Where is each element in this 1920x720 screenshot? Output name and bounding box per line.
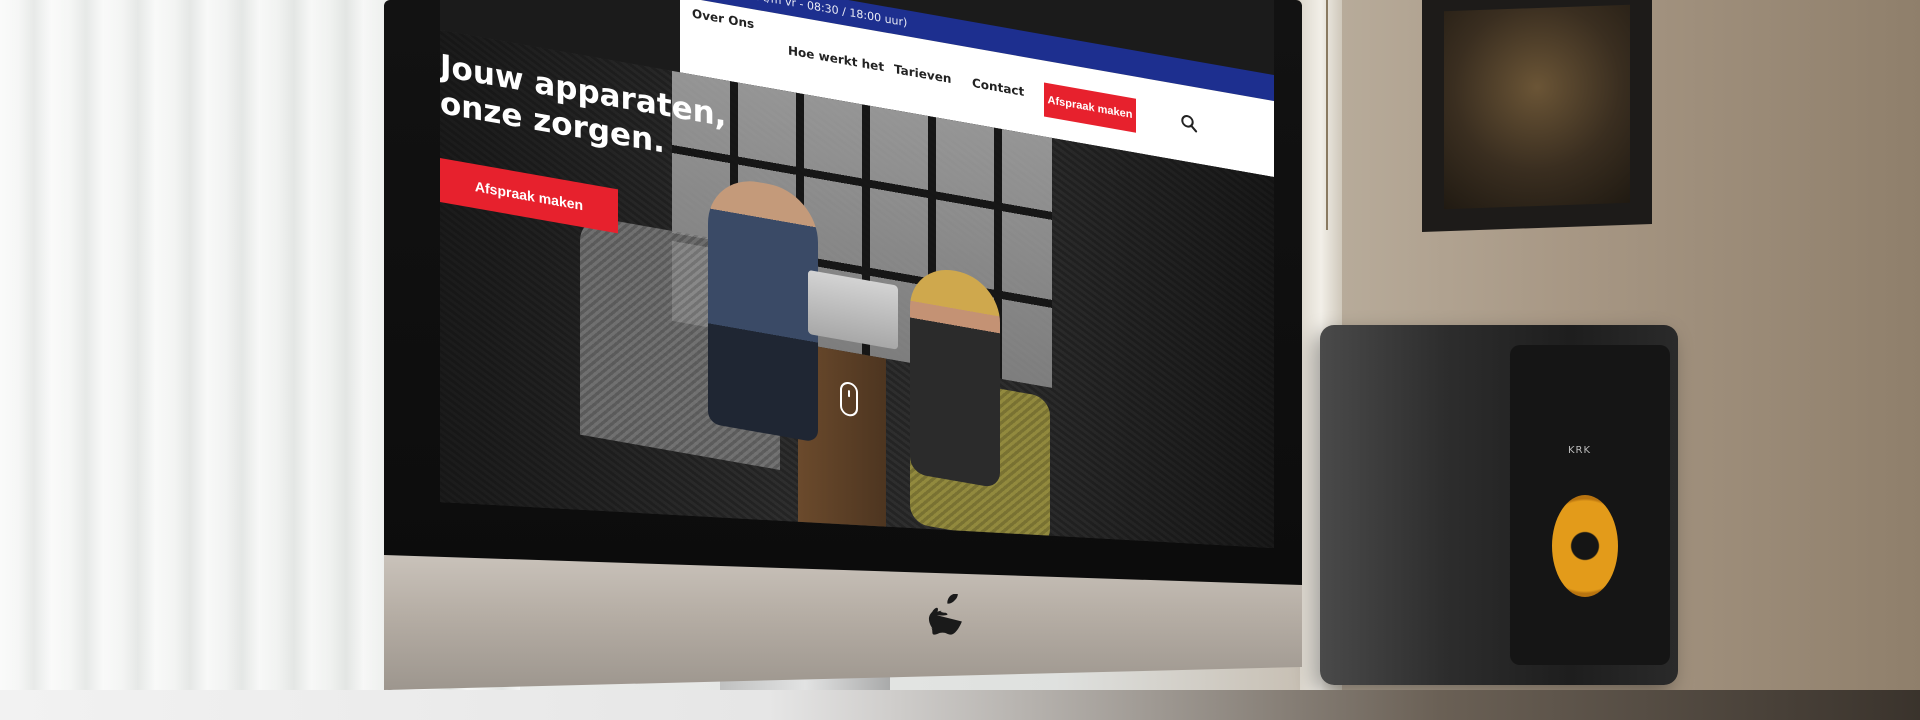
nav-item-tarieven[interactable]: Tarieven — [894, 62, 951, 86]
mouse-scroll-icon[interactable] — [840, 380, 858, 418]
nav-item-hoe-werkt-het[interactable]: Hoe werkt het — [788, 43, 884, 74]
apple-logo-icon — [928, 594, 962, 635]
wall-picture-frame — [1422, 0, 1652, 233]
wall-picture — [1444, 4, 1630, 210]
nav-appointment-button[interactable]: Afspraak maken — [1044, 82, 1136, 133]
hero-person-woman — [910, 262, 1000, 489]
studio-speaker: KRK — [1320, 325, 1678, 685]
imac-screen: 3585 (ma t/m vr - 08:30 / 18:00 uur) Ove… — [440, 0, 1274, 548]
website: 3585 (ma t/m vr - 08:30 / 18:00 uur) Ove… — [440, 0, 1274, 548]
hero-person-man — [708, 173, 818, 443]
speaker-brand-label: KRK — [1568, 445, 1592, 456]
search-icon[interactable] — [1180, 112, 1198, 133]
speaker-cone — [1552, 495, 1618, 597]
scene: KRK 3585 (ma t/m vr - 08:30 / 18:00 uur)… — [0, 0, 1920, 720]
hero-appointment-button[interactable]: Afspraak maken — [440, 158, 618, 234]
nav-item-over-ons[interactable]: Over Ons — [692, 6, 754, 31]
desk-surface — [0, 690, 1920, 720]
blind-cord — [1326, 0, 1328, 230]
speaker-front: KRK — [1510, 345, 1670, 665]
nav-item-contact[interactable]: Contact — [972, 76, 1024, 99]
